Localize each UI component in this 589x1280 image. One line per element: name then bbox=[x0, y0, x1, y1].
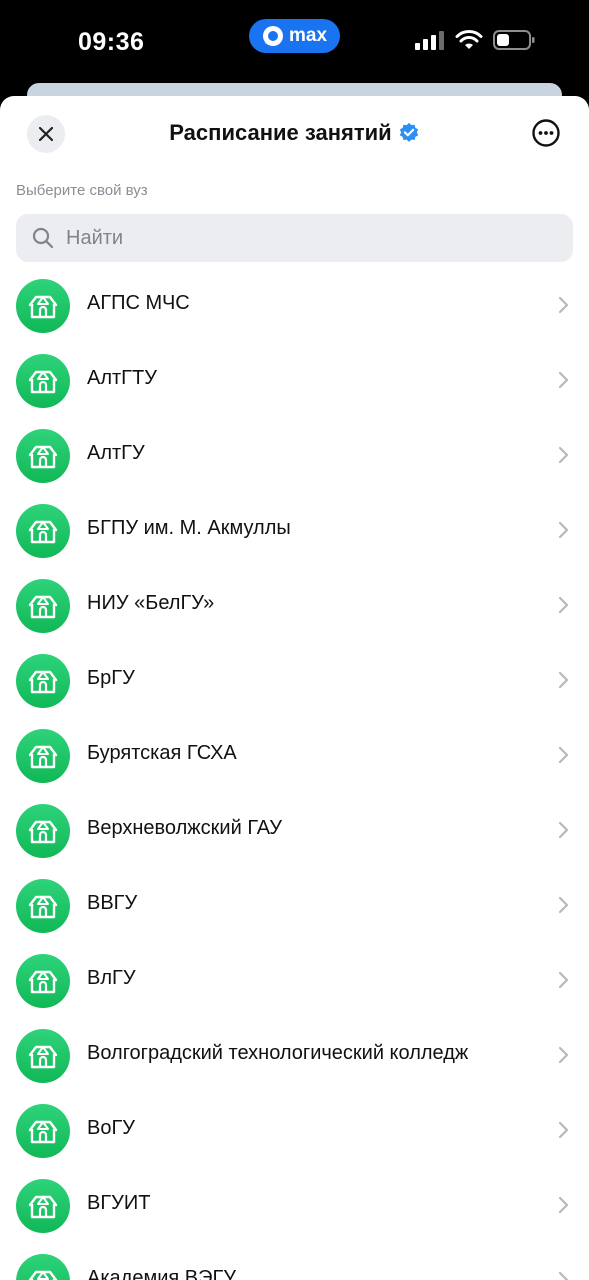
university-name: ВлГУ bbox=[87, 967, 136, 989]
university-avatar bbox=[16, 879, 70, 933]
status-time: 09:36 bbox=[78, 28, 145, 56]
more-options-icon bbox=[532, 119, 560, 147]
university-building-icon bbox=[28, 1120, 58, 1144]
university-building-icon bbox=[28, 1195, 58, 1219]
university-list-item[interactable]: ВВГУ bbox=[0, 868, 589, 943]
university-building-icon bbox=[28, 1045, 58, 1069]
chevron-right-icon bbox=[558, 671, 569, 689]
university-building-icon bbox=[28, 745, 58, 769]
university-name: АлтГУ bbox=[87, 442, 145, 464]
university-name: ВВГУ bbox=[87, 892, 138, 914]
section-label: Выберите свой вуз bbox=[16, 182, 148, 199]
university-avatar bbox=[16, 354, 70, 408]
university-avatar bbox=[16, 504, 70, 558]
university-list-item[interactable]: АлтГУ bbox=[0, 418, 589, 493]
chevron-right-icon bbox=[558, 521, 569, 539]
chevron-right-icon bbox=[558, 1196, 569, 1214]
university-building-icon bbox=[28, 520, 58, 544]
chevron-right-icon bbox=[558, 296, 569, 314]
university-avatar bbox=[16, 279, 70, 333]
chevron-right-icon bbox=[558, 746, 569, 764]
search-icon bbox=[32, 227, 54, 249]
status-bar: 09:36 max bbox=[0, 0, 589, 84]
status-icons bbox=[415, 30, 535, 50]
university-name: Бурятская ГСХА bbox=[87, 742, 237, 764]
university-building-icon bbox=[28, 820, 58, 844]
university-name: ВГУИТ bbox=[87, 1192, 151, 1214]
university-avatar bbox=[16, 804, 70, 858]
university-building-icon bbox=[28, 895, 58, 919]
wifi-icon bbox=[455, 30, 483, 49]
max-badge-label: max bbox=[288, 25, 328, 46]
university-list-item[interactable]: Верхневолжский ГАУ bbox=[0, 793, 589, 868]
more-options-button[interactable] bbox=[531, 118, 561, 148]
university-list-item[interactable]: ВоГУ bbox=[0, 1093, 589, 1168]
university-list-item[interactable]: БрГУ bbox=[0, 643, 589, 718]
university-building-icon bbox=[28, 595, 58, 619]
university-name: АлтГТУ bbox=[87, 367, 157, 389]
search-bar[interactable] bbox=[16, 214, 573, 262]
university-avatar bbox=[16, 1179, 70, 1233]
page-title: Расписание занятий bbox=[169, 120, 392, 145]
university-building-icon bbox=[28, 1270, 58, 1280]
university-list-item[interactable]: АГПС МЧС bbox=[0, 268, 589, 343]
chevron-right-icon bbox=[558, 446, 569, 464]
university-list-item[interactable]: Академия ВЭГУ bbox=[0, 1243, 589, 1280]
title-wrap: Расписание занятий bbox=[0, 120, 589, 146]
university-building-icon bbox=[28, 370, 58, 394]
chevron-right-icon bbox=[558, 1121, 569, 1139]
university-avatar bbox=[16, 1029, 70, 1083]
university-name: БГПУ им. М. Акмуллы bbox=[87, 517, 291, 539]
sheet-header: Расписание занятий bbox=[0, 96, 589, 172]
university-name: БрГУ bbox=[87, 667, 135, 689]
university-list: АГПС МЧС АлтГТУ АлтГУ БГПУ им. М. Акмулл… bbox=[0, 268, 589, 1280]
chevron-right-icon bbox=[558, 971, 569, 989]
university-list-item[interactable]: ВГУИТ bbox=[0, 1168, 589, 1243]
search-input[interactable] bbox=[64, 225, 548, 251]
chevron-right-icon bbox=[558, 896, 569, 914]
university-list-item[interactable]: Бурятская ГСХА bbox=[0, 718, 589, 793]
university-name: Волгоградский технологический колледж bbox=[87, 1042, 469, 1064]
battery-icon bbox=[493, 30, 535, 50]
chevron-right-icon bbox=[558, 1271, 569, 1280]
chevron-right-icon bbox=[558, 371, 569, 389]
university-avatar bbox=[16, 954, 70, 1008]
university-avatar bbox=[16, 579, 70, 633]
cellular-signal-icon bbox=[415, 31, 444, 50]
university-building-icon bbox=[28, 295, 58, 319]
university-avatar bbox=[16, 1104, 70, 1158]
university-avatar bbox=[16, 654, 70, 708]
university-list-item[interactable]: АлтГТУ bbox=[0, 343, 589, 418]
chevron-right-icon bbox=[558, 821, 569, 839]
chevron-right-icon bbox=[558, 1046, 569, 1064]
max-logo-icon bbox=[262, 26, 283, 46]
university-list-item[interactable]: БГПУ им. М. Акмуллы bbox=[0, 493, 589, 568]
max-app-badge[interactable]: max bbox=[249, 19, 340, 53]
university-list-item[interactable]: НИУ «БелГУ» bbox=[0, 568, 589, 643]
university-name: ВоГУ bbox=[87, 1117, 135, 1139]
university-picker-sheet: Расписание занятий Выберите свой вуз Най… bbox=[0, 96, 589, 1280]
university-building-icon bbox=[28, 670, 58, 694]
university-list-item[interactable]: ВлГУ bbox=[0, 943, 589, 1018]
university-avatar bbox=[16, 429, 70, 483]
university-avatar bbox=[16, 1254, 70, 1280]
university-name: Академия ВЭГУ bbox=[87, 1267, 237, 1280]
university-building-icon bbox=[28, 445, 58, 469]
university-building-icon bbox=[28, 970, 58, 994]
chevron-right-icon bbox=[558, 596, 569, 614]
university-avatar bbox=[16, 729, 70, 783]
university-name: АГПС МЧС bbox=[87, 292, 190, 314]
university-list-item[interactable]: Волгоградский технологический колледж bbox=[0, 1018, 589, 1093]
verified-badge-icon bbox=[399, 122, 418, 142]
university-name: Верхневолжский ГАУ bbox=[87, 817, 282, 839]
university-name: НИУ «БелГУ» bbox=[87, 592, 215, 614]
